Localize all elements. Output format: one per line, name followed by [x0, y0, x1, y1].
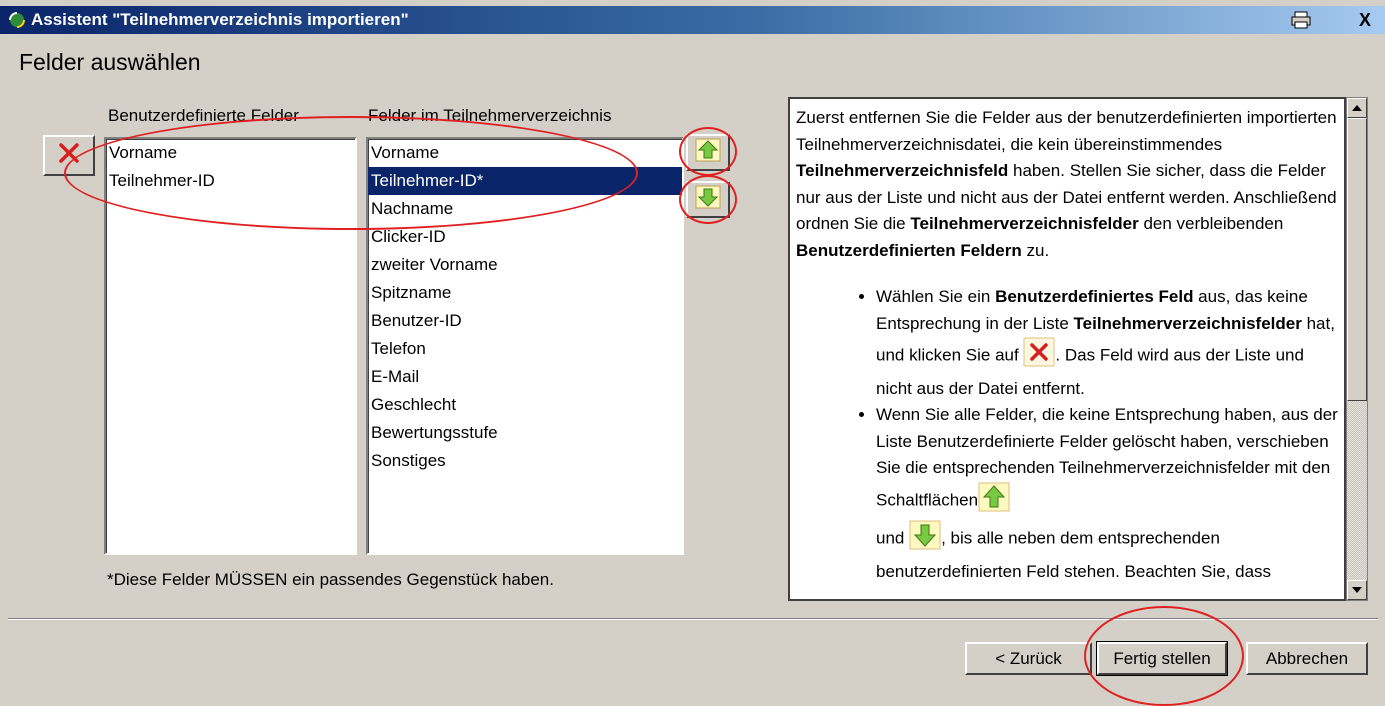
list-item[interactable]: Vorname: [368, 139, 682, 167]
scroll-down-button[interactable]: [1347, 580, 1367, 600]
list-item[interactable]: Teilnehmer-ID*: [368, 167, 682, 195]
help-text: Zuerst entfernen Sie die Felder aus der …: [796, 105, 1344, 585]
custom-fields-label: Benutzerdefinierte Felder: [108, 106, 299, 125]
list-item[interactable]: Vorname: [106, 139, 355, 167]
scroll-thumb[interactable]: [1347, 118, 1367, 401]
green-up-arrow-icon: [695, 138, 721, 167]
scroll-up-button[interactable]: [1347, 98, 1367, 118]
move-up-button[interactable]: [686, 134, 730, 171]
list-item[interactable]: Nachname: [368, 195, 682, 223]
back-button[interactable]: < Zurück: [965, 642, 1092, 675]
close-button[interactable]: X: [1352, 9, 1378, 31]
list-item[interactable]: Benutzer-ID: [368, 307, 682, 335]
list-item[interactable]: Bewertungsstufe: [368, 419, 682, 447]
list-item[interactable]: Geschlecht: [368, 391, 682, 419]
list-item[interactable]: Clicker-ID: [368, 223, 682, 251]
list-item[interactable]: Sonstiges: [368, 447, 682, 475]
help-scrollbar[interactable]: [1346, 97, 1368, 601]
print-icon[interactable]: [1288, 9, 1314, 31]
move-down-button[interactable]: [686, 181, 730, 218]
list-item[interactable]: E-Mail: [368, 363, 682, 391]
green-up-arrow-icon: [978, 482, 1010, 521]
required-fields-note: *Diese Felder MÜSSEN ein passendes Gegen…: [107, 570, 554, 589]
page-title: Felder auswählen: [19, 49, 201, 75]
wizard-app-icon: [6, 10, 28, 30]
custom-fields-list[interactable]: Vorname Teilnehmer-ID: [104, 137, 357, 555]
directory-fields-list[interactable]: Vorname Teilnehmer-ID* Nachname Clicker-ID z…: [366, 137, 684, 555]
help-panel[interactable]: Zuerst entfernen Sie die Felder aus der …: [788, 97, 1346, 601]
cancel-button[interactable]: Abbrechen: [1246, 642, 1368, 675]
list-item[interactable]: Telefon: [368, 335, 682, 363]
footer-divider: [8, 618, 1378, 620]
directory-fields-label: Felder im Teilnehmerverzeichnis: [368, 106, 612, 125]
red-x-icon: [57, 141, 81, 170]
window-title: Assistent "Teilnehmerverzeichnis importi…: [31, 10, 409, 29]
finish-button[interactable]: Fertig stellen: [1096, 641, 1228, 676]
green-down-arrow-icon: [909, 520, 941, 559]
help-bullet: Wählen Sie ein Benutzerdefiniertes Feld …: [876, 284, 1344, 402]
help-bullet: Wenn Sie alle Felder, die keine Entsprec…: [876, 402, 1344, 585]
list-item[interactable]: zweiter Vorname: [368, 251, 682, 279]
list-item[interactable]: Teilnehmer-ID: [106, 167, 355, 195]
green-down-arrow-icon: [695, 185, 721, 214]
delete-field-button[interactable]: [43, 135, 95, 176]
list-item[interactable]: Spitzname: [368, 279, 682, 307]
red-x-icon: [1023, 337, 1055, 376]
title-bar: Assistent "Teilnehmerverzeichnis importi…: [0, 6, 1385, 34]
